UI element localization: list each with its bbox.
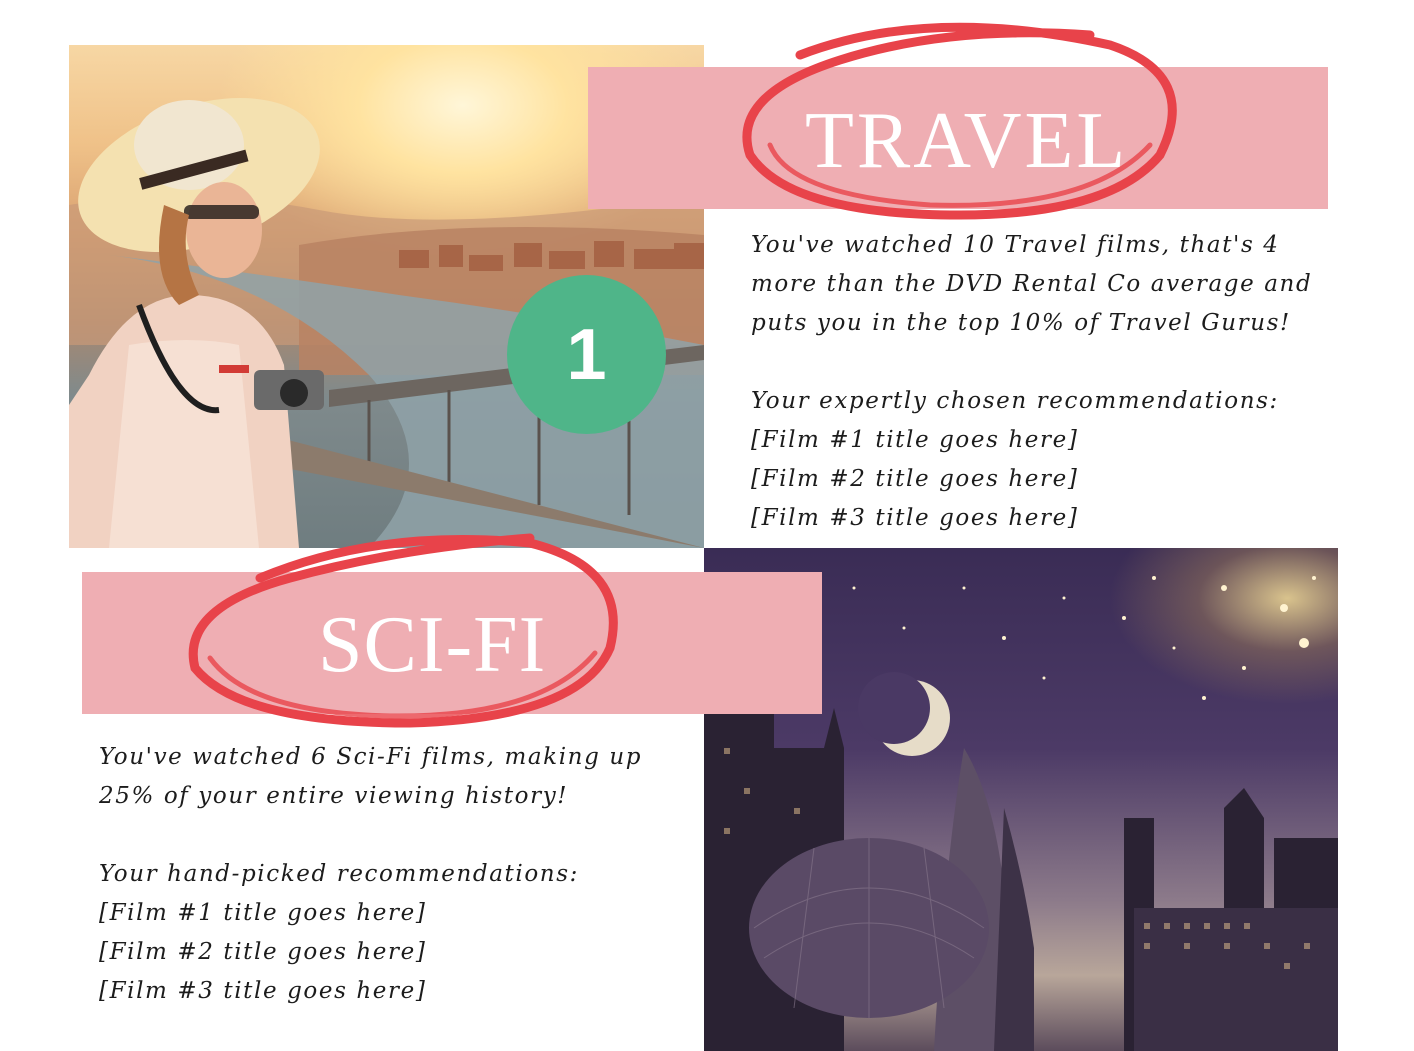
travel-title: TRAVEL bbox=[805, 97, 1129, 185]
travel-stats-line: more than the DVD Rental Co average and bbox=[751, 271, 1313, 297]
travel-recommendation-item: [Film #2 title goes here] bbox=[751, 466, 1079, 492]
scifi-title: SCI-FI bbox=[318, 601, 547, 689]
travel-recommendation-item: [Film #1 title goes here] bbox=[751, 427, 1079, 453]
travel-stats-line: puts you in the top 10% of Travel Gurus! bbox=[751, 310, 1291, 336]
scifi-stats-line: 25% of your entire viewing history! bbox=[99, 783, 569, 809]
scifi-recommendations-heading: Your hand-picked recommendations: bbox=[99, 861, 579, 887]
scifi-stats-line: You've watched 6 Sci-Fi films, making up bbox=[99, 744, 643, 770]
scifi-recommendation-item: [Film #3 title goes here] bbox=[99, 978, 427, 1004]
travel-recommendation-item: [Film #3 title goes here] bbox=[751, 505, 1079, 531]
rank-badge: 1 bbox=[507, 275, 666, 434]
scifi-recommendation-item: [Film #2 title goes here] bbox=[99, 939, 427, 965]
travel-description: You've watched 10 Travel films, that's 4… bbox=[751, 226, 1312, 538]
scifi-recommendation-item: [Film #1 title goes here] bbox=[99, 900, 427, 926]
scifi-description: You've watched 6 Sci-Fi films, making up… bbox=[99, 738, 642, 1011]
travel-recommendations-heading: Your expertly chosen recommendations: bbox=[751, 388, 1279, 414]
travel-stats-line: You've watched 10 Travel films, that's 4 bbox=[751, 232, 1280, 258]
